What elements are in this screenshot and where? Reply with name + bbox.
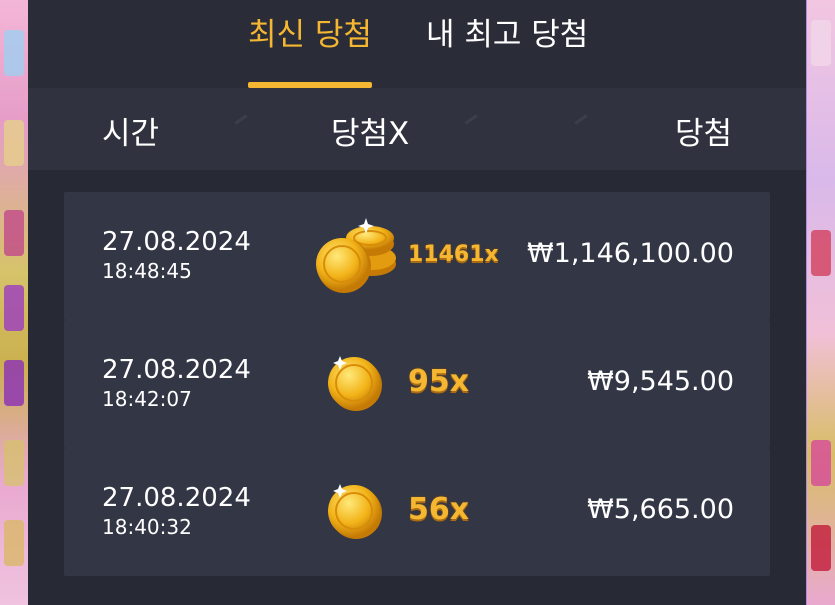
list-item: 27.08.2024 18:40:32 56x ₩5,665.00 (64, 448, 770, 576)
win-multiplier: 11461x (408, 242, 499, 267)
win-history-panel: 최신 당첨 내 최고 당첨 시간 당첨X 당첨 27.08.2024 18:48… (28, 0, 806, 605)
list-item: 27.08.2024 18:42:07 95x ₩9,545.00 (64, 320, 770, 448)
win-date: 27.08.2024 (102, 227, 251, 257)
coin-icon (326, 482, 384, 540)
column-header-multiplier: 당첨X (331, 116, 410, 152)
coin-stack-icon (314, 214, 400, 298)
win-list: 27.08.2024 18:48:45 11461x ₩1,146,100.00… (28, 170, 806, 605)
tab-my-best-wins[interactable]: 내 최고 당첨 (426, 12, 588, 58)
win-time: 18:40:32 (102, 515, 192, 539)
tab-latest-wins[interactable]: 최신 당첨 (248, 12, 372, 58)
coin-icon (326, 354, 384, 412)
win-date: 27.08.2024 (102, 355, 251, 385)
win-multiplier: 95x (408, 364, 470, 399)
win-time: 18:48:45 (102, 259, 192, 283)
tab-bar: 최신 당첨 내 최고 당첨 (28, 0, 806, 90)
background-game-left (0, 0, 28, 605)
column-header-time: 시간 (102, 116, 160, 152)
win-amount: ₩5,665.00 (587, 494, 734, 525)
win-multiplier: 56x (408, 492, 470, 527)
list-item: 27.08.2024 18:48:45 11461x ₩1,146,100.00 (64, 192, 770, 320)
table-header: 시간 당첨X 당첨 (28, 88, 806, 170)
win-amount: ₩9,545.00 (587, 366, 734, 397)
background-game-right (807, 0, 835, 605)
win-time: 18:42:07 (102, 387, 192, 411)
win-amount: ₩1,146,100.00 (526, 238, 734, 269)
win-date: 27.08.2024 (102, 483, 251, 513)
column-header-win: 당첨 (674, 116, 732, 152)
